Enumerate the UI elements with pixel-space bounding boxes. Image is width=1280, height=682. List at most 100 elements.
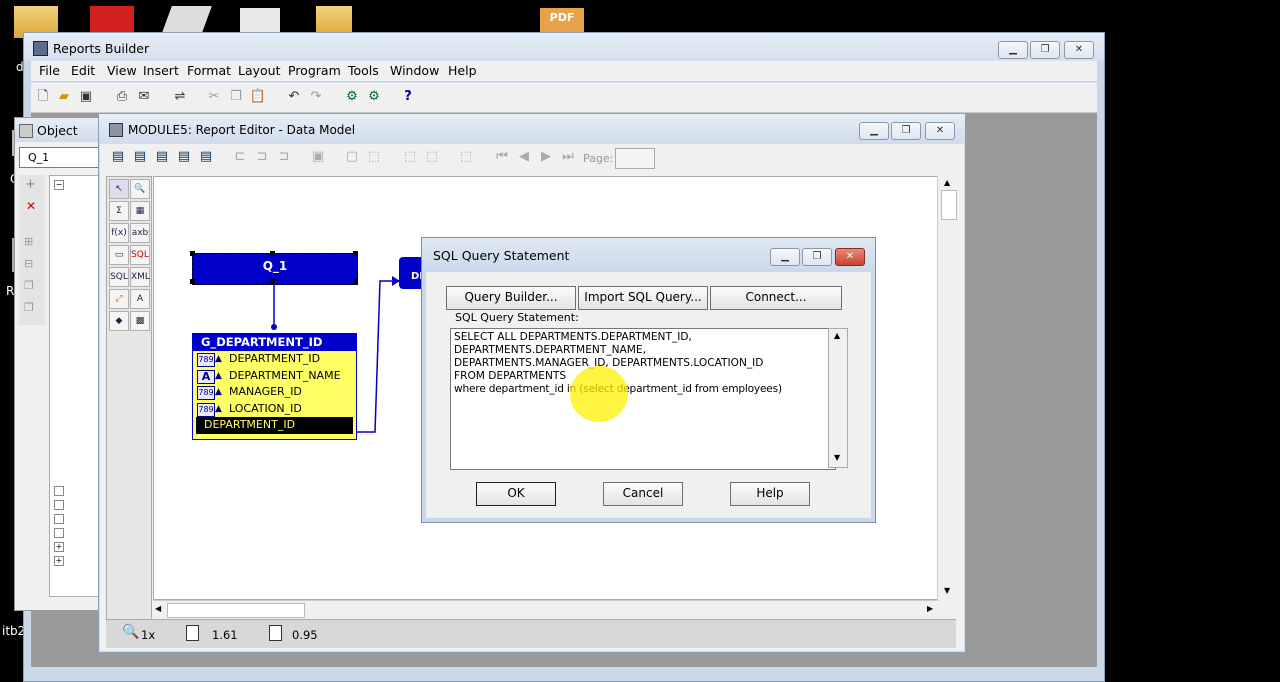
scroll-down-icon[interactable]: ▼ [834,453,840,462]
desktop-pdf-icon[interactable]: PDF [540,8,584,32]
redo-icon[interactable]: ↷ [307,88,325,106]
column-department-id[interactable]: 789 ▲ DEPARTMENT_ID [193,351,356,368]
connect-button[interactable]: Connect... [710,286,842,310]
sql-statement-textarea[interactable]: SELECT ALL DEPARTMENTS.DEPARTMENT_ID, DEP… [450,328,836,470]
resize-icon[interactable]: ⬚ [365,148,383,166]
column-department-name[interactable]: A ▲ DEPARTMENT_NAME [193,368,356,385]
align-right-icon[interactable]: ⊐ [275,148,293,166]
selection-handle[interactable] [270,251,275,256]
sql-dialog-title-bar[interactable]: SQL Query Statement ▁ ❐ ✕ [422,238,875,272]
selection-handle[interactable] [190,251,195,256]
scroll-down-icon[interactable]: ▼ [944,586,950,595]
tree-node-expander[interactable] [54,514,64,524]
magnify-tool-icon[interactable]: 🔍 [130,179,150,199]
text-query-icon[interactable]: A [130,289,150,309]
sql-maximize-button[interactable]: ❐ [802,248,832,266]
selected-column-department-id[interactable]: DEPARTMENT_ID [196,417,353,434]
delete-icon[interactable]: ✕ [26,199,36,213]
copy-icon[interactable]: ❐ [227,88,245,106]
copy-object-icon[interactable]: ❐ [24,279,34,292]
tree-node-expander[interactable]: − [54,180,64,190]
object-navigator-title-bar[interactable]: Object [15,118,111,142]
expand-all-icon[interactable]: ⊞ [24,235,33,248]
scroll-thumb[interactable] [167,603,305,618]
ok-button[interactable]: OK [476,482,556,506]
print-icon[interactable]: ⎙ [113,88,131,106]
help-button[interactable]: Help [730,482,810,506]
open-icon[interactable]: ▰ [55,88,73,106]
scroll-right-icon[interactable]: ▶ [927,604,933,613]
selection-handle[interactable] [353,279,358,284]
menu-edit[interactable]: Edit [71,63,95,78]
menu-insert[interactable]: Insert [143,63,179,78]
menu-tools[interactable]: Tools [348,63,379,78]
prev-page-icon[interactable]: ◀ [515,148,533,166]
editor-restore-button[interactable]: ❐ [891,122,921,140]
paper-design-preview-icon[interactable]: ▤ [197,148,215,166]
cross-product-icon[interactable]: axb [130,223,150,243]
editor-minimize-button[interactable]: ▁ [859,122,889,140]
menu-format[interactable]: Format [187,63,231,78]
last-page-icon[interactable]: ⏭ [559,148,577,166]
run-icon[interactable]: ⇌ [171,88,189,106]
help-icon[interactable]: ? [399,88,417,106]
app-restore-button[interactable]: ❐ [1030,41,1060,59]
menu-help[interactable]: Help [448,63,477,78]
canvas-vertical-scrollbar[interactable]: ▲ ▼ [937,176,958,600]
collapse-all-icon[interactable]: ⊟ [24,257,33,270]
debug-icon[interactable]: ⚙ [365,88,383,106]
tree-node-expander[interactable]: + [54,556,64,566]
tree-node-expander[interactable]: + [54,542,64,552]
menu-window[interactable]: Window [390,63,439,78]
page-number-field[interactable] [615,148,655,169]
next-page-icon[interactable]: ▶ [537,148,555,166]
ungroup-icon[interactable]: ⬚ [423,148,441,166]
summary-column-icon[interactable]: Σ [109,201,129,221]
undo-icon[interactable]: ↶ [285,88,303,106]
bring-front-icon[interactable]: ▣ [309,148,327,166]
editor-title-bar[interactable]: MODULE5: Report Editor - Data Model ▁ ❐ … [99,114,965,144]
canvas-horizontal-scrollbar[interactable]: ◀ ▶ [153,600,939,619]
selection-handle[interactable] [353,251,358,256]
sql-close-button[interactable]: ✕ [835,248,865,266]
menu-view[interactable]: View [107,63,137,78]
app-close-button[interactable]: ✕ [1064,41,1094,59]
scroll-up-icon[interactable]: ▲ [944,178,950,187]
placeholder-column-icon[interactable]: ▦ [130,201,150,221]
scroll-up-icon[interactable]: ▲ [834,331,840,340]
editor-close-button[interactable]: ✕ [925,122,955,140]
scroll-left-icon[interactable]: ◀ [155,604,161,613]
column-manager-id[interactable]: 789 ▲ MANAGER_ID [193,384,356,401]
align-left-icon[interactable]: ⊏ [231,148,249,166]
plsql-query-icon[interactable]: SQL [109,267,129,287]
olap-query-icon[interactable]: ▩ [130,311,150,331]
query-builder-button[interactable]: Query Builder... [446,286,576,310]
tree-node-expander[interactable] [54,500,64,510]
paste-icon[interactable]: 📋 [249,88,267,106]
paper-design-view-icon[interactable]: ▤ [175,148,193,166]
mail-icon[interactable]: ✉ [135,88,153,106]
menu-program[interactable]: Program [288,63,341,78]
paper-layout-view-icon[interactable]: ▤ [153,148,171,166]
scroll-thumb[interactable] [941,190,957,220]
jdbc-query-icon[interactable]: ◆ [109,311,129,331]
menu-layout[interactable]: Layout [238,63,281,78]
expand-icon[interactable]: + [25,177,36,192]
select-tool-icon[interactable]: ↖ [109,179,129,199]
formula-column-icon[interactable]: f(x) [109,223,129,243]
menu-file[interactable]: File [39,63,60,78]
cut-icon[interactable]: ✂ [205,88,223,106]
group-icon[interactable]: ⬚ [401,148,419,166]
app-minimize-button[interactable]: ▁ [998,41,1028,59]
sql-minimize-button[interactable]: ▁ [770,248,800,266]
data-model-view-icon[interactable]: ▤ [109,148,127,166]
sql-vertical-scrollbar[interactable]: ▲ ▼ [828,328,848,468]
align-center-icon[interactable]: ⊐ [253,148,271,166]
selection-handle[interactable] [190,279,195,284]
new-icon[interactable]: 🗋 [34,88,52,106]
app-title-bar[interactable]: Reports Builder ▁ ❐ ✕ [24,33,1104,61]
web-source-view-icon[interactable]: ▤ [131,148,149,166]
save-icon[interactable]: ▣ [77,88,95,106]
tree-node-expander[interactable] [54,528,64,538]
selection-handle[interactable] [270,279,275,284]
